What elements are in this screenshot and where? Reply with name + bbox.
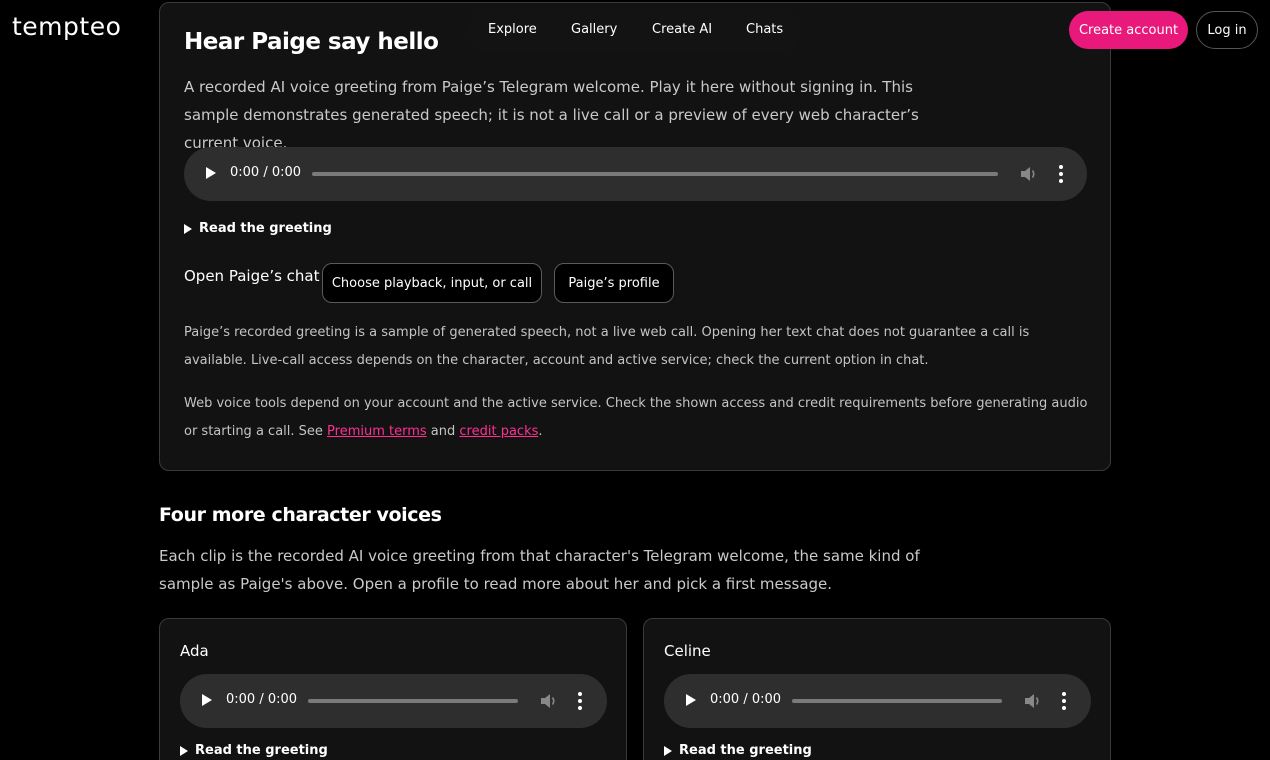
voice-tools-note: Web voice tools depend on your account a…	[184, 390, 1094, 446]
volume-icon[interactable]	[1024, 693, 1042, 709]
audio-progress-bar[interactable]	[792, 699, 1002, 703]
section-description: Each clip is the recorded AI voice greet…	[159, 547, 920, 593]
log-in-button[interactable]: Log in	[1196, 11, 1258, 49]
play-icon[interactable]	[206, 167, 216, 179]
triangle-right-icon	[664, 745, 672, 756]
create-account-button[interactable]: Create account	[1069, 11, 1188, 49]
read-greeting-toggle[interactable]: Read the greeting	[664, 743, 812, 758]
nav-chats[interactable]: Chats	[746, 22, 783, 37]
audio-time: 0:00 / 0:00	[230, 165, 302, 180]
read-greeting-label: Read the greeting	[679, 743, 812, 758]
audio-player[interactable]: 0:00 / 0:00	[180, 674, 607, 728]
section-title: Four more character voices	[159, 504, 442, 526]
voice-sample-card: Hear Paige say hello A recorded AI voice…	[159, 2, 1111, 471]
call-note: Paige’s recorded greeting is a sample of…	[184, 325, 1030, 368]
volume-icon[interactable]	[1020, 166, 1038, 182]
audio-time: 0:00 / 0:00	[226, 692, 298, 707]
play-icon[interactable]	[686, 694, 696, 706]
brand-logo[interactable]: tempteo	[12, 12, 121, 41]
character-card: Celine 0:00 / 0:00 Read the greeting	[643, 618, 1111, 760]
top-nav: Explore Gallery Create AI Chats	[469, 7, 801, 53]
read-greeting-toggle[interactable]: Read the greeting	[180, 743, 328, 758]
volume-icon[interactable]	[540, 693, 558, 709]
premium-terms-link[interactable]: Premium terms	[327, 424, 427, 439]
page-title: Hear Paige say hello	[184, 29, 439, 55]
profile-button[interactable]: Paige’s profile	[554, 263, 674, 303]
choose-playback-button[interactable]: Choose playback, input, or call	[322, 263, 542, 303]
audio-progress-bar[interactable]	[308, 699, 518, 703]
nav-create-ai[interactable]: Create AI	[652, 22, 712, 37]
nav-explore[interactable]: Explore	[488, 22, 537, 37]
more-vertical-icon[interactable]	[578, 692, 582, 710]
read-greeting-toggle[interactable]: Read the greeting	[184, 221, 332, 236]
open-chat-label: Open Paige’s chat	[184, 267, 320, 285]
read-greeting-label: Read the greeting	[199, 221, 332, 236]
audio-player[interactable]: 0:00 / 0:00	[664, 674, 1091, 728]
more-vertical-icon[interactable]	[1059, 165, 1063, 183]
audio-time: 0:00 / 0:00	[710, 692, 782, 707]
intro-text: A recorded AI voice greeting from Paige’…	[184, 78, 919, 152]
and-text: and	[426, 424, 460, 439]
audio-progress-bar[interactable]	[312, 172, 998, 176]
audio-player[interactable]: 0:00 / 0:00	[184, 147, 1087, 201]
play-icon[interactable]	[202, 694, 212, 706]
triangle-right-icon	[180, 745, 188, 756]
triangle-right-icon	[184, 223, 192, 234]
credit-packs-link[interactable]: credit packs	[459, 424, 538, 439]
period-text: .	[538, 424, 543, 439]
nav-gallery[interactable]: Gallery	[571, 22, 617, 37]
voice-tools-text: Web voice tools depend on your account a…	[184, 396, 1088, 439]
character-card: Ada 0:00 / 0:00 Read the greeting	[159, 618, 627, 760]
character-name: Celine	[664, 642, 711, 660]
character-name: Ada	[180, 642, 209, 660]
more-vertical-icon[interactable]	[1062, 692, 1066, 710]
read-greeting-label: Read the greeting	[195, 743, 328, 758]
